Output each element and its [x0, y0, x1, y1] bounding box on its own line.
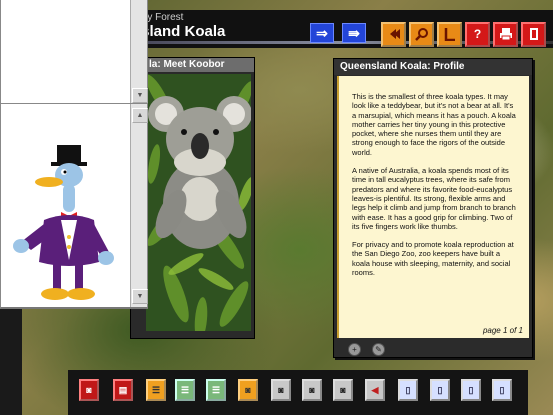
media-button-video[interactable]: ☰ — [146, 379, 166, 401]
title-bar: ry Forest nsland Koala ⇒ ⇛ ? — [130, 10, 553, 48]
koala-image — [146, 74, 251, 331]
camera-icon: ◙ — [309, 385, 315, 395]
media-button-video[interactable]: ☰ — [175, 379, 195, 401]
media-button-photo[interactable]: ◙ — [79, 379, 99, 401]
scroll-down-button[interactable]: ▼ — [132, 289, 148, 304]
media-button-audio[interactable]: ◀ — [365, 379, 385, 401]
arrow-right-icon: ⇒ — [316, 25, 328, 41]
chevron-down-icon: ▼ — [136, 293, 144, 300]
page-icon: ▯ — [405, 385, 411, 395]
media-button-document[interactable]: ▤ — [113, 379, 133, 401]
camera-icon: ◙ — [245, 385, 251, 395]
guide-window: ▲ ▼ — [0, 103, 148, 309]
film-icon: ☰ — [180, 385, 190, 395]
profile-paragraph: This is the smallest of three koala type… — [352, 92, 516, 157]
print-icon — [499, 28, 512, 41]
back-button[interactable] — [381, 22, 406, 47]
koala-photo — [146, 74, 251, 331]
bookmark-button[interactable] — [437, 22, 462, 47]
search-button[interactable] — [409, 22, 434, 47]
exit-button[interactable] — [521, 22, 546, 47]
next-page-button[interactable]: ⇒ — [310, 23, 334, 43]
document-icon: ▤ — [118, 385, 128, 395]
pencil-icon: ✎ — [375, 345, 382, 354]
media-button-photo[interactable]: ◙ — [302, 379, 322, 401]
media-button-page[interactable]: ▯ — [430, 379, 450, 401]
scroll-up-button[interactable]: ▲ — [132, 108, 148, 123]
zoom-in-button[interactable]: + — [348, 343, 361, 356]
edit-button[interactable]: ✎ — [372, 343, 385, 356]
photo-panel: la: Meet Koobor — [130, 57, 255, 339]
photo-panel-title: la: Meet Koobor — [131, 58, 254, 72]
exit-icon — [529, 28, 538, 40]
media-button-page[interactable]: ▯ — [461, 379, 481, 401]
profile-title: Queensland Koala: Profile — [334, 59, 532, 75]
media-button-photo[interactable]: ◙ — [271, 379, 291, 401]
speaker-icon: ◀ — [371, 385, 379, 395]
profile-paragraph: For privacy and to promote koala reprodu… — [352, 240, 514, 278]
film-icon: ☰ — [211, 385, 221, 395]
page-icon: ▯ — [468, 385, 474, 395]
media-toolbar: ◙ ▤ ☰ ☰ ☰ ◙ ◙ ◙ ◙ ◀ ▯ ▯ ▯ ▯ — [68, 370, 528, 415]
media-button-photo[interactable]: ◙ — [333, 379, 353, 401]
breadcrumb[interactable]: ry Forest — [144, 12, 183, 23]
bird-guide-character[interactable] — [9, 142, 119, 307]
media-button-page[interactable]: ▯ — [492, 379, 512, 401]
profile-paragraph: A native of Australia, a koala spends mo… — [352, 166, 516, 231]
plus-icon: + — [352, 345, 357, 354]
chevron-up-icon: ▲ — [136, 112, 144, 119]
scrollbar[interactable]: ▲ ▼ — [130, 104, 148, 307]
film-icon: ☰ — [151, 385, 161, 395]
back-icon — [389, 29, 400, 39]
profile-panel: Queensland Koala: Profile This is the sm… — [333, 58, 533, 358]
camera-icon: ◙ — [340, 385, 346, 395]
search-icon — [414, 28, 428, 41]
upper-left-window: ▼ — [0, 0, 148, 106]
bookmark-icon — [444, 28, 455, 42]
media-button-photo[interactable]: ◙ — [238, 379, 258, 401]
profile-text: This is the smallest of three koala type… — [337, 76, 529, 338]
media-button-page[interactable]: ▯ — [398, 379, 418, 401]
camera-icon: ◙ — [278, 385, 284, 395]
scrollbar[interactable]: ▼ — [130, 0, 148, 105]
double-arrow-right-icon: ⇛ — [348, 25, 360, 41]
media-button-video[interactable]: ☰ — [206, 379, 226, 401]
print-button[interactable] — [493, 22, 518, 47]
help-button[interactable]: ? — [465, 22, 490, 47]
page-indicator: page 1 of 1 — [482, 326, 523, 335]
page-icon: ▯ — [437, 385, 443, 395]
scroll-down-button[interactable]: ▼ — [132, 88, 148, 103]
camera-icon: ◙ — [86, 385, 92, 395]
fast-forward-button[interactable]: ⇛ — [342, 23, 366, 43]
help-icon: ? — [473, 27, 482, 41]
page-icon: ▯ — [499, 385, 505, 395]
chevron-down-icon: ▼ — [136, 92, 144, 99]
